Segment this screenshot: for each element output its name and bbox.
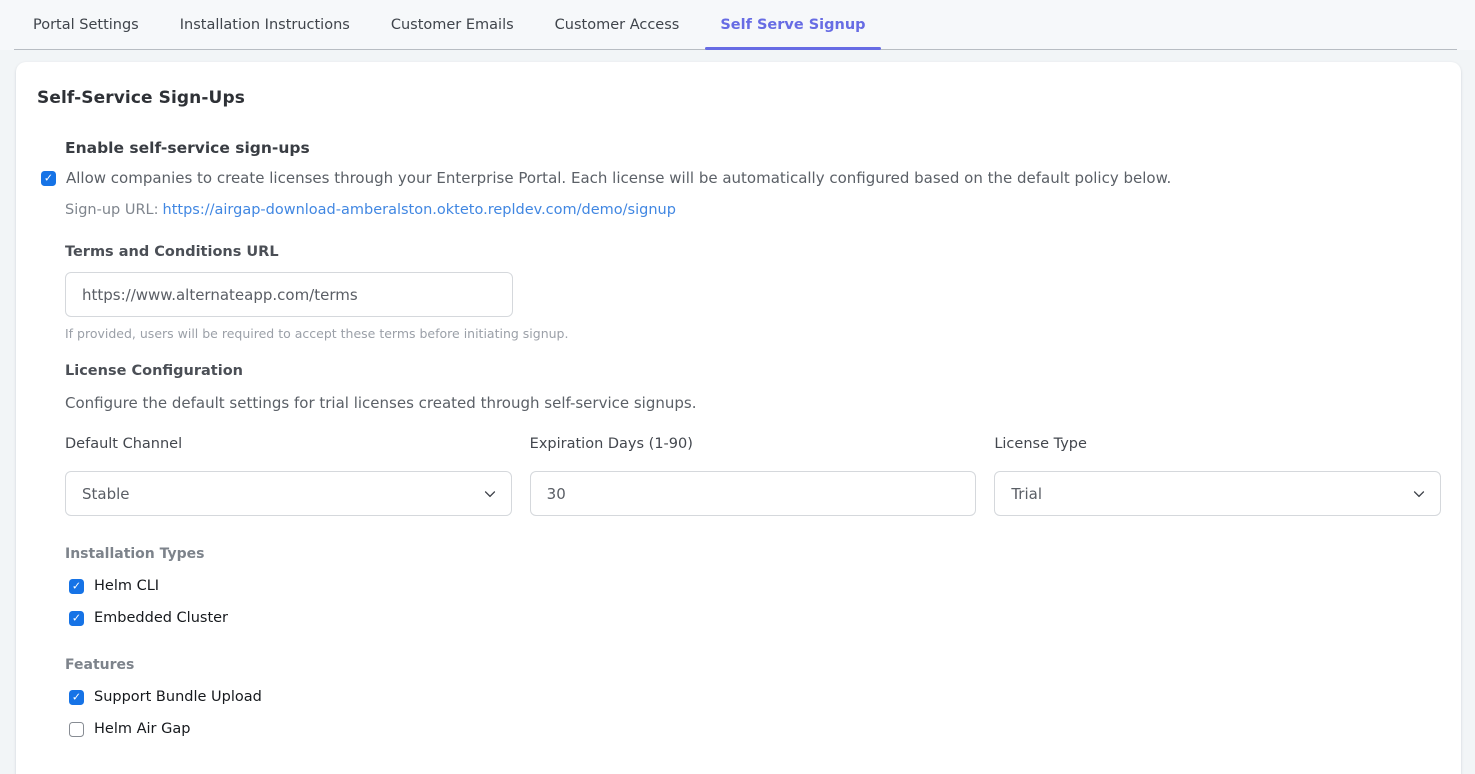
self-serve-signup-panel: Self-Service Sign-Ups Enable self-servic… (16, 62, 1461, 774)
license-type-label: License Type (994, 436, 1441, 452)
signup-url-link[interactable]: https://airgap-download-amberalston.okte… (163, 202, 676, 218)
license-configuration-description: Configure the default settings for trial… (65, 394, 1441, 412)
license-config-fields: Default Channel Stable Expiration Days (… (65, 436, 1441, 516)
installation-type-helm-cli[interactable]: Helm CLI (69, 570, 1441, 602)
terms-url-input[interactable] (65, 272, 513, 317)
embedded-cluster-checkbox[interactable] (69, 611, 84, 626)
installation-type-embedded-cluster[interactable]: Embedded Cluster (69, 602, 1441, 634)
tab-customer-emails[interactable]: Customer Emails (376, 0, 529, 50)
license-type-field: License Type Trial (994, 436, 1441, 516)
default-channel-field: Default Channel Stable (65, 436, 512, 516)
license-configuration-heading: License Configuration (65, 363, 1441, 379)
terms-help-text: If provided, users will be required to a… (65, 326, 1441, 341)
signup-url-label: Sign-up URL: (65, 202, 159, 218)
support-bundle-upload-checkbox[interactable] (69, 690, 84, 705)
support-bundle-upload-label: Support Bundle Upload (94, 689, 262, 705)
helm-cli-checkbox[interactable] (69, 579, 84, 594)
settings-tab-bar: Portal Settings Installation Instruction… (0, 0, 1475, 50)
installation-types-heading: Installation Types (65, 546, 1441, 562)
enable-signups-row: Allow companies to create licenses throu… (41, 168, 1441, 189)
page-title: Self-Service Sign-Ups (37, 88, 1441, 108)
helm-cli-label: Helm CLI (94, 578, 159, 594)
license-type-select[interactable]: Trial (994, 471, 1441, 516)
default-channel-select[interactable]: Stable (65, 471, 512, 516)
feature-support-bundle-upload[interactable]: Support Bundle Upload (69, 681, 1441, 713)
tab-installation-instructions[interactable]: Installation Instructions (165, 0, 365, 50)
tab-self-serve-signup[interactable]: Self Serve Signup (705, 0, 880, 50)
feature-helm-air-gap[interactable]: Helm Air Gap (69, 713, 1441, 745)
tab-customer-access[interactable]: Customer Access (540, 0, 695, 50)
expiration-days-label: Expiration Days (1-90) (530, 436, 977, 452)
embedded-cluster-label: Embedded Cluster (94, 610, 228, 626)
enable-signups-description: Allow companies to create licenses throu… (66, 168, 1171, 189)
default-channel-label: Default Channel (65, 436, 512, 452)
installation-types-list: Helm CLI Embedded Cluster (65, 570, 1441, 634)
expiration-days-field: Expiration Days (1-90) (530, 436, 977, 516)
signup-url-line: Sign-up URL:https://airgap-download-ambe… (65, 202, 1441, 218)
features-list: Support Bundle Upload Helm Air Gap (65, 681, 1441, 745)
enable-signups-checkbox[interactable] (41, 171, 56, 186)
enable-signups-heading: Enable self-service sign-ups (65, 139, 1441, 157)
tab-portal-settings[interactable]: Portal Settings (18, 0, 154, 50)
terms-url-label: Terms and Conditions URL (65, 244, 1441, 260)
expiration-days-input[interactable] (530, 471, 977, 516)
helm-air-gap-checkbox[interactable] (69, 722, 84, 737)
helm-air-gap-label: Helm Air Gap (94, 721, 190, 737)
features-heading: Features (65, 657, 1441, 673)
